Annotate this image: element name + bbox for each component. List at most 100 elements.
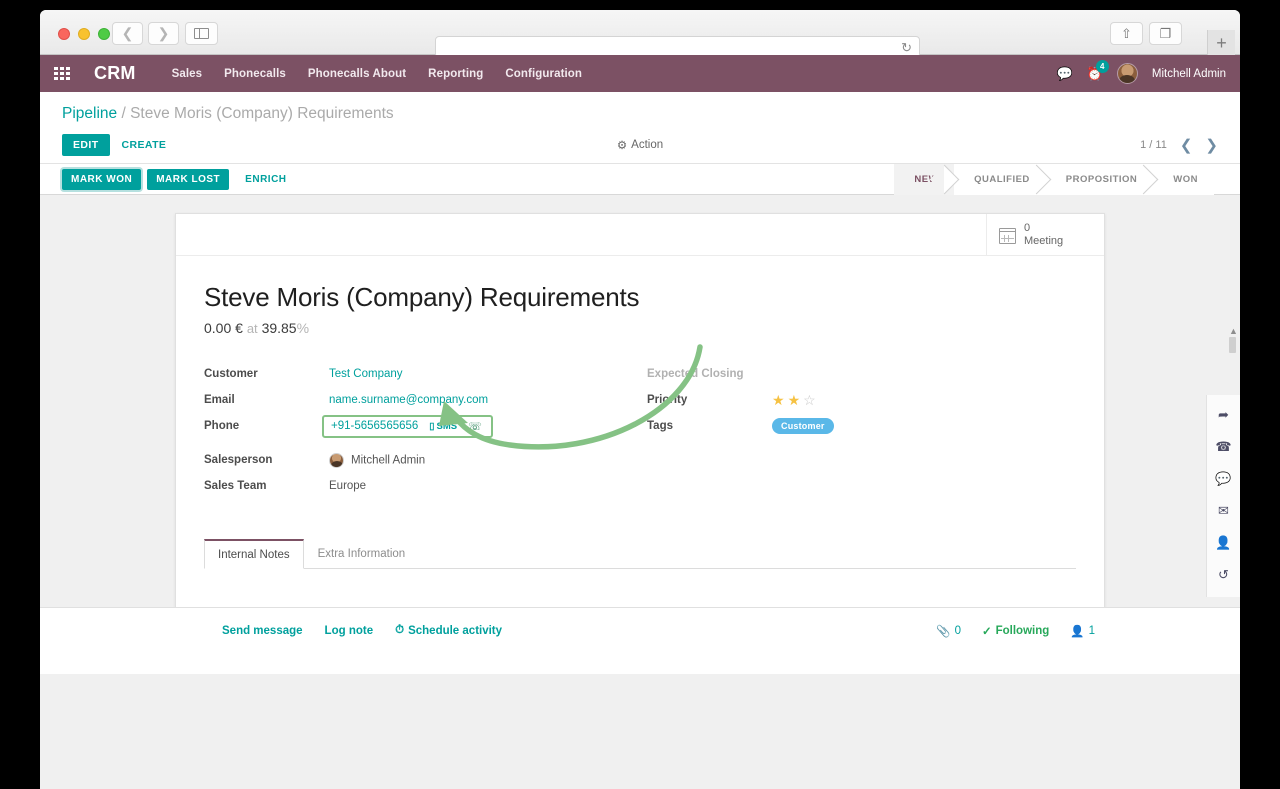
activity-count-badge: 4	[1095, 59, 1109, 73]
record-content-area: ➦ ☎ 💬 ✉ 👤 ↺ 0 Meeting Steve Moris (Compa…	[40, 195, 1240, 607]
avatar[interactable]	[1116, 63, 1138, 84]
star-icon-1[interactable]: ★	[772, 393, 785, 407]
field-value-customer[interactable]: Test Company	[329, 368, 403, 380]
side-dock: ➦ ☎ 💬 ✉ 👤 ↺	[1206, 395, 1240, 597]
field-value-salesperson[interactable]: Mitchell Admin	[329, 452, 426, 468]
scrollbar[interactable]: ▲	[1229, 327, 1238, 363]
maximize-window-button[interactable]	[98, 28, 110, 40]
enrich-button[interactable]: ENRICH	[245, 174, 286, 185]
browser-window: ❮ ❯ ↻ ⇧ ❐ + CRM Sales Phonecalls Phoneca…	[40, 10, 1240, 789]
log-note-button[interactable]: Log note	[325, 624, 374, 637]
schedule-activity-label: Schedule activity	[408, 624, 503, 637]
stat-buttons-row: 0 Meeting	[176, 214, 1104, 256]
field-label-sales-team: Sales Team	[204, 480, 267, 492]
attachment-counter[interactable]: 📎 0	[936, 624, 961, 638]
stage-proposition[interactable]: PROPOSITION	[1045, 164, 1154, 195]
field-value-phone[interactable]: +91-5656565656	[331, 420, 418, 432]
create-button[interactable]: CREATE	[122, 139, 167, 151]
reload-icon[interactable]: ↻	[901, 40, 912, 55]
field-label-phone: Phone	[204, 420, 240, 432]
sms-button[interactable]: ▯ SMS	[429, 421, 457, 432]
menu-item-configuration[interactable]: Configuration	[505, 68, 582, 80]
sidebar-toggle-icon[interactable]	[185, 22, 218, 45]
stage-won[interactable]: WON	[1153, 164, 1214, 195]
chat-icon[interactable]: 💬	[1215, 471, 1231, 487]
check-icon: ✓	[981, 626, 992, 638]
browser-forward-button[interactable]: ❯	[148, 22, 179, 45]
probability-unit: %	[296, 320, 310, 336]
priority-stars[interactable]: ★ ★ ☆	[772, 393, 816, 407]
breadcrumb: Pipeline / Steve Moris (Company) Require…	[62, 92, 1218, 127]
followers-count: 1	[1088, 625, 1095, 637]
following-toggle[interactable]: ✓ Following	[982, 624, 1049, 638]
phone-highlight-box: +91-5656565656 ▯ SMS ☏	[322, 414, 493, 438]
field-label-salesperson: Salesperson	[204, 454, 273, 466]
mark-won-button[interactable]: MARK WON	[62, 168, 142, 190]
menu-item-phonecalls[interactable]: Phonecalls	[224, 68, 286, 80]
chat-bubble-icon[interactable]: 💬	[1056, 66, 1072, 82]
history-icon[interactable]: ↺	[1218, 567, 1229, 583]
tab-overview-icon[interactable]: ❐	[1149, 22, 1182, 45]
activity-clock-icon[interactable]: ⏰ 4	[1087, 59, 1109, 82]
action-menu-button[interactable]: ⚙ Action	[617, 138, 663, 152]
apps-grid-icon[interactable]	[54, 66, 72, 81]
breadcrumb-separator: /	[121, 105, 126, 122]
tab-panel-internal-notes[interactable]	[204, 569, 1076, 607]
call-phone-icon[interactable]: ☏	[468, 420, 482, 433]
field-label-customer: Customer	[204, 368, 258, 380]
sign-out-icon[interactable]: ➦	[1218, 407, 1229, 423]
followers-counter[interactable]: 👤 1	[1070, 624, 1095, 638]
scrollbar-thumb[interactable]	[1229, 337, 1236, 353]
chatter-bar: Send message Log note ⏱ Schedule activit…	[40, 607, 1240, 674]
user-icon[interactable]: 👤	[1215, 535, 1231, 551]
user-menu-label[interactable]: Mitchell Admin	[1152, 68, 1226, 80]
pager-next-button[interactable]: ❯	[1205, 136, 1218, 154]
clock-icon: ⏱	[395, 624, 405, 636]
minimize-window-button[interactable]	[78, 28, 90, 40]
tab-internal-notes[interactable]: Internal Notes	[204, 539, 304, 569]
edit-button[interactable]: EDIT	[62, 134, 110, 156]
browser-back-button[interactable]: ❮	[112, 22, 143, 45]
send-message-button[interactable]: Send message	[222, 624, 303, 637]
stage-new[interactable]: NEW	[894, 164, 955, 195]
field-label-email: Email	[204, 394, 235, 406]
sms-label: SMS	[436, 420, 458, 432]
notebook-tabs: Internal Notes Extra Information	[204, 538, 1076, 569]
close-window-button[interactable]	[58, 28, 70, 40]
scroll-up-arrow[interactable]: ▲	[1229, 327, 1238, 336]
menu-item-sales[interactable]: Sales	[172, 68, 203, 80]
status-bar: MARK WON MARK LOST ENRICH NEW QUALIFIED …	[40, 164, 1240, 353]
meeting-label: Meeting	[1024, 234, 1064, 247]
tab-extra-information[interactable]: Extra Information	[304, 539, 420, 569]
expected-revenue: 0.00 €	[204, 320, 243, 336]
app-brand-title[interactable]: CRM	[94, 63, 136, 84]
schedule-activity-button[interactable]: ⏱ Schedule activity	[395, 624, 502, 637]
share-icon[interactable]: ⇧	[1110, 22, 1143, 45]
salesperson-avatar	[329, 452, 344, 468]
meeting-count: 0	[1024, 221, 1031, 234]
app-menu: Sales Phonecalls Phonecalls About Report…	[172, 68, 582, 80]
stage-qualified[interactable]: QUALIFIED	[954, 164, 1046, 195]
breadcrumb-pipeline[interactable]: Pipeline	[62, 105, 117, 122]
star-icon-3[interactable]: ☆	[803, 393, 816, 407]
menu-item-reporting[interactable]: Reporting	[428, 68, 483, 80]
field-priority: Priority ★ ★ ☆	[647, 390, 1076, 410]
paperclip-icon: 📎	[936, 626, 951, 638]
status-badge[interactable]: Customer	[772, 418, 834, 434]
new-tab-button[interactable]: +	[1207, 30, 1235, 56]
salesperson-name: Mitchell Admin	[351, 454, 426, 467]
phone-icon[interactable]: ☎	[1215, 439, 1231, 455]
field-customer: Customer Test Company	[204, 364, 640, 384]
field-value-sales-team[interactable]: Europe	[329, 480, 366, 492]
mark-lost-button[interactable]: MARK LOST	[147, 168, 230, 190]
pager-previous-button[interactable]: ❮	[1180, 136, 1193, 154]
meeting-stat-button[interactable]: 0 Meeting	[986, 214, 1104, 255]
star-icon-2[interactable]: ★	[788, 393, 801, 407]
field-value-email[interactable]: name.surname@company.com	[329, 394, 488, 406]
gear-icon: ⚙	[616, 140, 628, 152]
envelope-icon[interactable]: ✉	[1218, 503, 1229, 519]
page-title: Steve Moris (Company) Requirements	[204, 282, 640, 312]
field-sales-team: Sales Team Europe	[204, 476, 640, 496]
field-expected-closing: Expected Closing	[647, 364, 1076, 384]
menu-item-phonecalls-about[interactable]: Phonecalls About	[308, 68, 406, 80]
